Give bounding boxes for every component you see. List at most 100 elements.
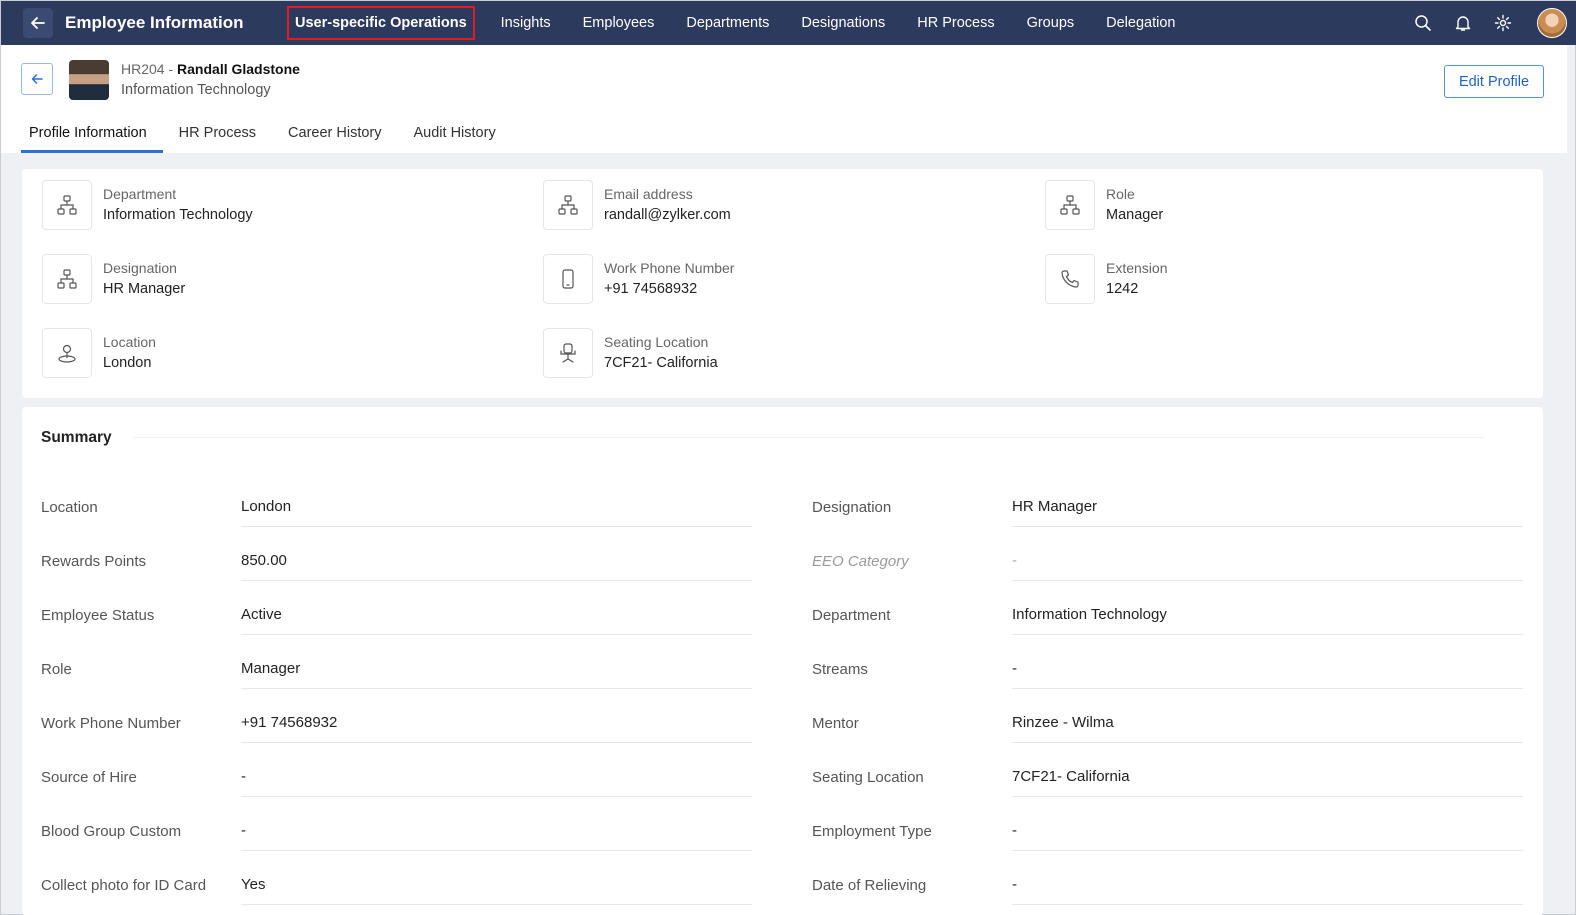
field-label: Work Phone Number [41,715,181,732]
summary-row-mentor: Mentor Rinzee - Wilma [812,714,1523,769]
field-value: Active [241,606,282,623]
nav-departments[interactable]: Departments [670,5,785,41]
divider [241,904,752,905]
field-value: - [1012,822,1017,839]
field-label: Role [41,661,72,678]
field-label: Collect photo for ID Card [41,877,207,894]
nav-insights[interactable]: Insights [485,5,567,41]
arrow-left-icon [31,74,43,84]
info-label: Designation [103,260,177,276]
summary-row-date-of-relieving: Date of Relieving - [812,876,1523,915]
divider [1012,796,1523,797]
employee-heading: HR204 - Randall Gladstone [121,61,300,77]
summary-row-work-phone: Work Phone Number +91 74568932 [41,714,752,769]
info-label: Email address [604,186,693,202]
summary-row-employment-type: Employment Type - [812,822,1523,877]
field-value: Yes [241,876,266,893]
summary-row-department: Department Information Technology [812,606,1523,661]
info-value: +91 74568932 [604,281,698,297]
info-value: Information Technology [103,207,253,223]
info-value: Manager [1106,207,1164,223]
summary-row-streams: Streams - [812,660,1523,715]
divider [241,634,752,635]
summary-row-collect-photo: Collect photo for ID Card Yes [41,876,752,915]
back-button[interactable] [23,8,53,38]
info-label: Seating Location [604,334,709,350]
profile-back-button[interactable] [21,63,53,95]
field-label: Seating Location [812,769,924,786]
field-label: Location [41,499,98,516]
info-seating-location: Seating Location 7CF21- California [543,328,718,378]
nav-employees[interactable]: Employees [567,5,671,41]
employee-photo [69,60,109,100]
divider [1012,742,1523,743]
chair-icon [543,328,593,378]
divider [1012,850,1523,851]
field-value: - [241,822,246,839]
info-label: Department [103,186,177,202]
divider [1012,580,1523,581]
profile-info-card: Department Information Technology Email … [22,169,1543,398]
divider [1012,688,1523,689]
summary-row-role: Role Manager [41,660,752,715]
info-work-phone: Work Phone Number +91 74568932 [543,254,734,304]
org-chart-icon [1045,180,1095,230]
user-avatar[interactable] [1537,8,1567,38]
divider [241,688,752,689]
nav-designations[interactable]: Designations [785,5,901,41]
summary-row-blood-group: Blood Group Custom - [41,822,752,877]
main-nav: User-specific Operations Insights Employ… [287,1,1191,45]
field-value: HR Manager [1012,498,1098,515]
edit-profile-button[interactable]: Edit Profile [1444,65,1544,98]
app-title: Employee Information [65,13,244,32]
divider [1012,634,1523,635]
info-value: London [103,355,152,371]
field-label: Employee Status [41,607,155,624]
info-value: randall@zylker.com [604,207,731,223]
field-label: EEO Category [812,553,909,570]
field-value: Rinzee - Wilma [1012,714,1114,731]
tab-career-history[interactable]: Career History [280,121,397,153]
divider [1012,904,1523,905]
summary-row-rewards-points: Rewards Points 850.00 [41,552,752,607]
field-label: Rewards Points [41,553,147,570]
field-label: Department [812,607,891,624]
info-label: Role [1106,186,1135,202]
info-label: Extension [1106,260,1168,276]
nav-delegation[interactable]: Delegation [1090,5,1191,41]
tab-audit-history[interactable]: Audit History [406,121,512,153]
nav-hr-process[interactable]: HR Process [901,5,1010,41]
divider [241,742,752,743]
gear-icon[interactable] [1493,13,1513,33]
tab-profile-information[interactable]: Profile Information [21,121,163,153]
nav-user-specific-operations[interactable]: User-specific Operations [287,6,475,40]
arrow-left-icon [31,17,45,29]
summary-card: Summary Location London Rewards Points 8… [22,407,1543,915]
field-value: - [241,768,246,785]
info-value: 1242 [1106,281,1139,297]
summary-row-eeo-category: EEO Category - [812,552,1523,607]
field-value: - [1012,876,1017,893]
field-value: +91 74568932 [241,714,338,731]
field-label: Streams [812,661,868,678]
org-chart-icon [42,254,92,304]
employee-name: Randall Gladstone [177,61,300,77]
top-actions [1413,1,1576,45]
field-value: - [1012,552,1017,569]
info-email: Email address randall@zylker.com [543,180,731,230]
bell-icon[interactable] [1453,13,1473,33]
employee-header: HR204 - Randall Gladstone Information Te… [1,45,1567,153]
summary-row-designation: Designation HR Manager [812,498,1523,553]
org-chart-icon [543,180,593,230]
info-location: Location London [42,328,156,378]
info-role: Role Manager [1045,180,1163,230]
field-value: 7CF21- California [1012,768,1130,785]
search-icon[interactable] [1413,13,1433,33]
tab-hr-process[interactable]: HR Process [171,121,272,153]
nav-groups[interactable]: Groups [1011,5,1091,41]
divider [1012,526,1523,527]
mobile-phone-icon [543,254,593,304]
info-value: HR Manager [103,281,186,297]
info-extension: Extension 1242 [1045,254,1167,304]
profile-tabs: Profile Information HR Process Career Hi… [21,121,520,153]
